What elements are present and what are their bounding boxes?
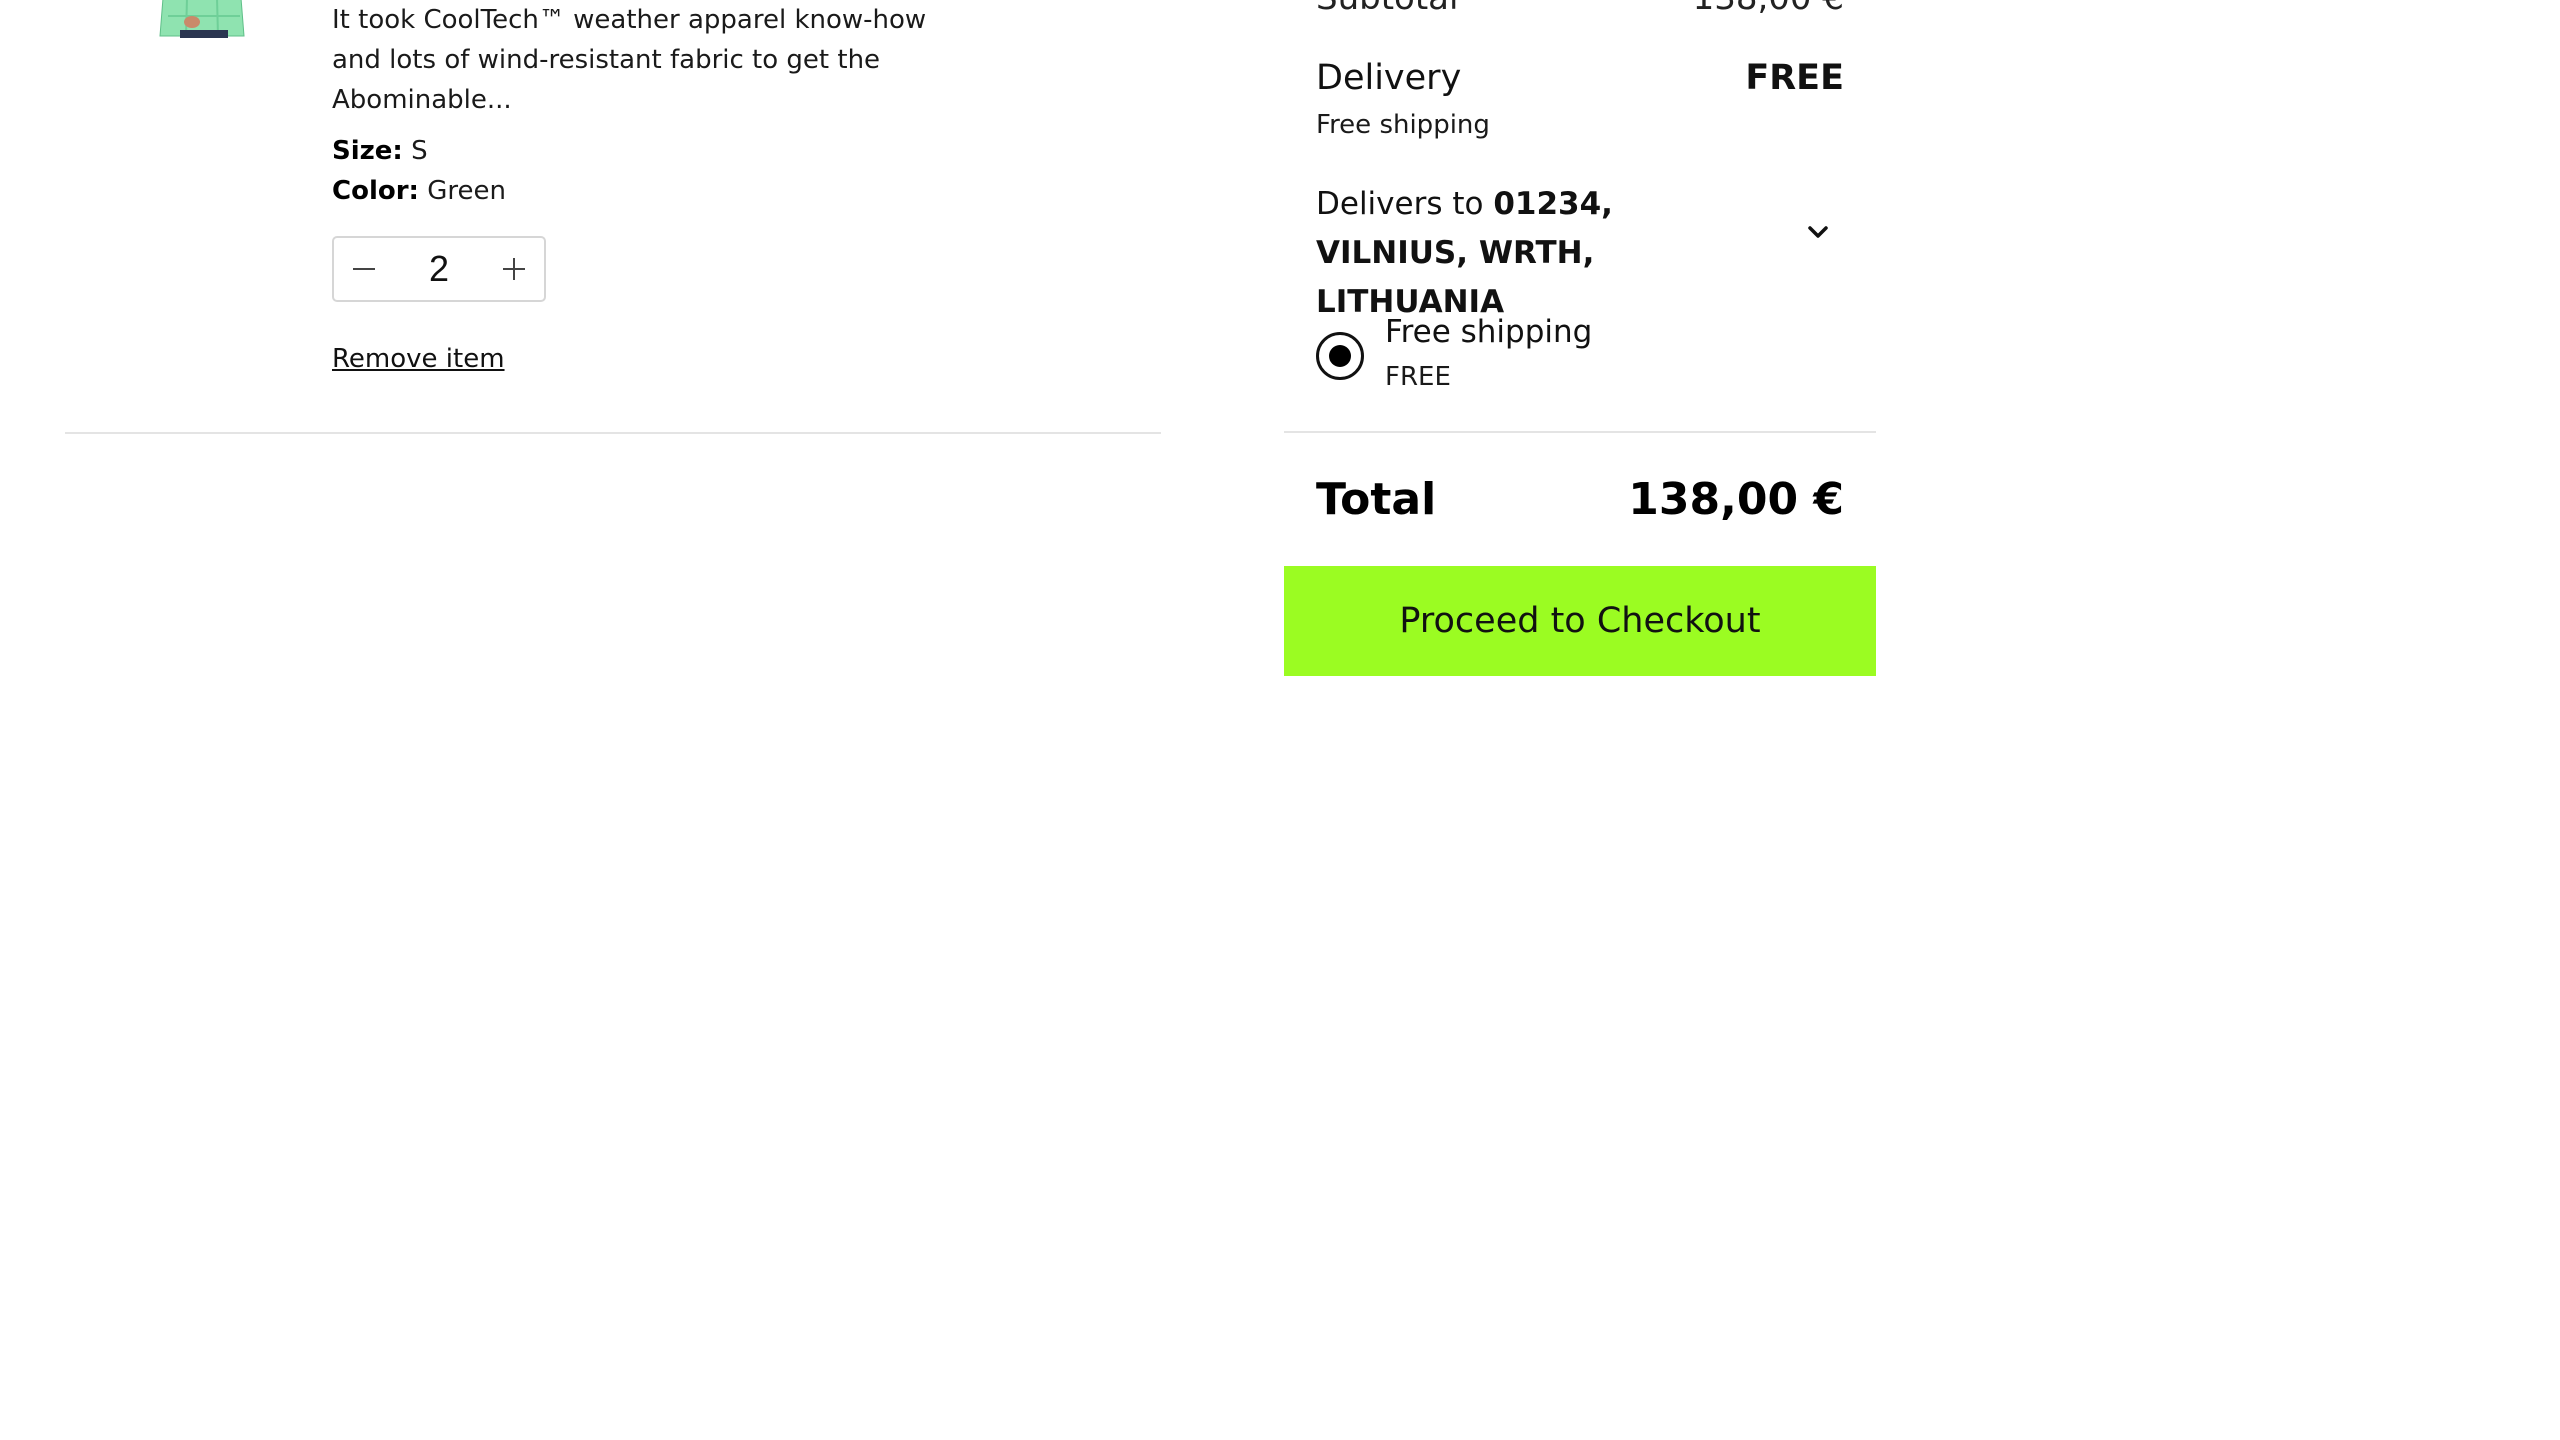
remove-item-link[interactable]: Remove item [332, 344, 505, 374]
cart-page: It took CoolTech™ weather apparel know-h… [0, 0, 2560, 1440]
quantity-value[interactable]: 2 [394, 248, 484, 290]
delivery-method: Free shipping [1316, 110, 1490, 140]
cart-divider [65, 432, 1161, 434]
total-label: Total [1316, 474, 1437, 525]
delivers-to-prefix: Delivers to [1316, 186, 1484, 222]
delivery-label: Delivery [1316, 58, 1462, 98]
summary-divider [1284, 431, 1876, 433]
quantity-stepper: 2 [332, 236, 546, 302]
shipping-option-radio[interactable] [1316, 332, 1364, 380]
delivery-row: Delivery FREE [1316, 58, 1844, 98]
size-value: S [411, 136, 428, 166]
plus-icon [503, 258, 525, 280]
product-image[interactable] [152, 0, 252, 62]
color-label: Color: [332, 176, 419, 206]
shipping-option-name: Free shipping [1385, 314, 1593, 350]
subtotal-row: Subtotal 138,00 € [1316, 0, 1844, 18]
chevron-down-icon[interactable] [1802, 216, 1834, 248]
decrease-quantity-button[interactable] [334, 238, 394, 300]
increase-quantity-button[interactable] [484, 238, 544, 300]
proceed-to-checkout-button[interactable]: Proceed to Checkout [1284, 566, 1876, 676]
jacket-image [152, 0, 252, 62]
minus-icon [353, 268, 375, 270]
product-description: It took CoolTech™ weather apparel know-h… [332, 5, 927, 115]
total-row: Total 138,00 € [1316, 474, 1844, 525]
product-color: Color: Green [332, 173, 506, 209]
size-label: Size: [332, 136, 403, 166]
total-value: 138,00 € [1628, 474, 1844, 525]
subtotal-value: 138,00 € [1693, 0, 1844, 18]
product-size: Size: S [332, 133, 428, 169]
subtotal-label: Subtotal [1316, 0, 1458, 18]
color-value: Green [427, 176, 506, 206]
delivery-value: FREE [1745, 58, 1844, 98]
delivery-address-toggle[interactable]: Delivers to 01234, VILNIUS, WRTH, LITHUA… [1316, 180, 1766, 327]
shipping-option-price: FREE [1385, 362, 1451, 392]
